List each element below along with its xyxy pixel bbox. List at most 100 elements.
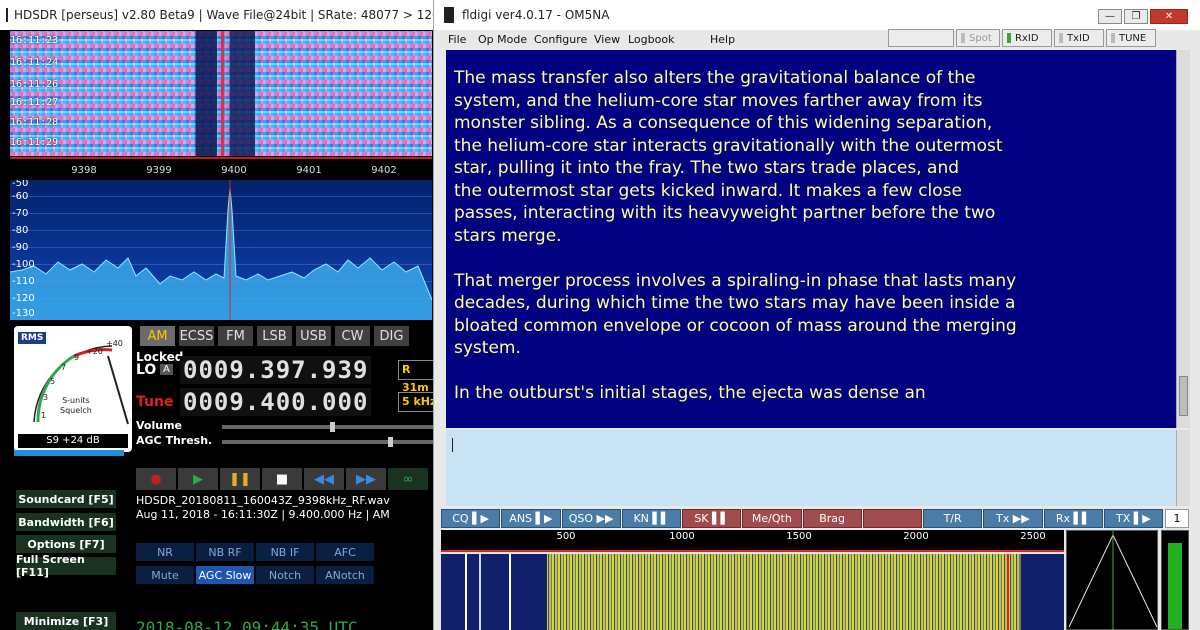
mute-button[interactable]: Mute — [136, 566, 194, 584]
frequency-tick-label: 9400 — [221, 165, 247, 176]
rewind-button[interactable]: ◀◀ — [304, 468, 344, 490]
macro-brag-button[interactable]: Brag — [802, 509, 862, 528]
hdsdr-control-panel: RMS 1 3 5 7 9 +20 +40 S-units Squelch S9… — [10, 322, 440, 630]
mode-cw-button[interactable]: CW — [335, 326, 370, 346]
agc-slow-button[interactable]: AGC Slow — [196, 566, 254, 584]
menu-op-mode[interactable]: Op Mode — [478, 33, 527, 46]
toolbar-blank-field[interactable] — [888, 29, 954, 47]
dial-label: 3 — [43, 393, 48, 402]
macro-bar: CQ ▌▶ ANS ▌▶ QSO ▶▶ KN ▌▌ SK ▌▌ Me/Qth B… — [441, 509, 1163, 528]
lo-a-button[interactable]: A — [160, 364, 173, 375]
nb-rf-button[interactable]: NB RF — [196, 543, 254, 561]
utc-clock: 2018-08-12 09:44:35 UTC — [136, 618, 358, 630]
mode-usb-button[interactable]: USB — [296, 326, 331, 346]
hdsdr-app-icon — [6, 8, 8, 22]
db-tick-label: -120 — [12, 293, 35, 304]
mode-lsb-button[interactable]: LSB — [257, 326, 292, 346]
transmit-scrollbar[interactable] — [1176, 430, 1190, 506]
agc-thresh-label: AGC Thresh. — [136, 434, 213, 447]
macro-cq-button[interactable]: CQ ▌▶ — [441, 509, 501, 528]
close-window-icon[interactable]: ✕ — [1150, 9, 1188, 24]
soundcard-button[interactable]: Soundcard [F5] — [16, 490, 116, 508]
s-meter-dial: 1 3 5 7 9 +20 +40 — [33, 339, 129, 425]
rxid-toggle[interactable]: RxID — [1002, 29, 1052, 47]
text-cursor — [452, 438, 453, 452]
signal-level-meter — [1161, 530, 1189, 630]
fldigi-frequency-scale[interactable]: 500 1000 1500 2000 2500 — [441, 530, 1064, 552]
volume-slider-knob[interactable] — [330, 422, 335, 432]
lo-frequency-display[interactable]: 0009.397.939 — [180, 356, 372, 384]
macro-empty-button[interactable] — [862, 509, 922, 528]
options-button[interactable]: Options [F7] — [16, 535, 116, 553]
menu-configure[interactable]: Configure — [534, 33, 587, 46]
lo-band-label[interactable]: R 31m — [398, 360, 438, 394]
spot-toggle[interactable]: Spot — [956, 29, 1000, 47]
hdsdr-frequency-scale[interactable]: 9398 9399 9400 9401 9402 — [10, 157, 432, 179]
volume-label: Volume — [136, 419, 182, 432]
hdsdr-title-text: HDSDR [perseus] v2.80 Beta9 | Wave File@… — [14, 8, 440, 22]
anotch-button[interactable]: ANotch — [316, 566, 374, 584]
mode-ecss-button[interactable]: ECSS — [179, 326, 214, 346]
macro-qso-button[interactable]: QSO ▶▶ — [561, 509, 621, 528]
rx-paragraph: The mass transfer also alters the gravit… — [454, 67, 1168, 247]
agc-thresh-slider-knob[interactable] — [388, 437, 393, 447]
record-button[interactable]: ● — [136, 468, 176, 490]
nb-if-button[interactable]: NB IF — [256, 543, 314, 561]
rx-line: monster sibling. As a consequence of thi… — [454, 113, 993, 133]
rxid-label: RxID — [1015, 32, 1039, 44]
hdsdr-waterfall[interactable]: 16:11:23 16:11:24 16:11:26 16:11:27 16:1… — [10, 31, 432, 156]
hdsdr-spectrum[interactable]: -50 -60 -70 -80 -90 -100 -110 -120 -130 — [10, 180, 432, 320]
agc-thresh-slider[interactable] — [222, 437, 438, 447]
minimize-window-icon[interactable]: — — [1098, 9, 1122, 24]
menu-view[interactable]: View — [594, 33, 620, 46]
fldigi-waterfall[interactable] — [441, 554, 1064, 630]
nr-button[interactable]: NR — [136, 543, 194, 561]
waterfall-cursor-marker — [1007, 554, 1009, 630]
scope-trace — [1068, 531, 1158, 630]
spectrum-trace — [10, 180, 432, 320]
macro-set-selector[interactable]: 1 — [1165, 509, 1189, 528]
hdsdr-title-bar[interactable]: HDSDR [perseus] v2.80 Beta9 | Wave File@… — [0, 0, 440, 30]
dial-label: +40 — [106, 339, 123, 348]
macro-kn-button[interactable]: KN ▌▌ — [621, 509, 681, 528]
mode-dig-button[interactable]: DIG — [374, 326, 409, 346]
loop-button[interactable]: ∞ — [388, 468, 428, 490]
transmit-text-pane[interactable] — [446, 430, 1176, 506]
bandwidth-button[interactable]: Bandwidth [F6] — [16, 513, 116, 531]
menu-help[interactable]: Help — [710, 33, 735, 46]
mode-fm-button[interactable]: FM — [218, 326, 253, 346]
frequency-tick-label: 9399 — [146, 165, 172, 176]
menu-file[interactable]: File — [448, 33, 466, 46]
macro-tx-button[interactable]: Tx ▶▶ — [983, 509, 1043, 528]
volume-slider[interactable] — [222, 422, 438, 432]
full-screen-button[interactable]: Full Screen [F11] — [16, 553, 116, 579]
tune-toggle[interactable]: TUNE — [1106, 29, 1156, 47]
notch-button[interactable]: Notch — [256, 566, 314, 584]
receive-scroll-thumb[interactable] — [1179, 376, 1188, 416]
mode-am-button[interactable]: AM — [140, 326, 175, 346]
macro-rx-button[interactable]: Rx ▌▌ — [1043, 509, 1103, 528]
rx-line: decades, during which time the two stars… — [454, 293, 1016, 313]
restore-window-icon[interactable]: ❐ — [1124, 9, 1148, 24]
tune-frequency-display[interactable]: 0009.400.000 — [180, 388, 372, 416]
receive-scrollbar[interactable] — [1176, 50, 1190, 428]
macro-meqth-button[interactable]: Me/Qth — [742, 509, 802, 528]
afc-button[interactable]: AFC — [316, 543, 374, 561]
macro-tx-toggle-button[interactable]: TX ▌▶ — [1103, 509, 1163, 528]
macro-tr-button[interactable]: T/R — [923, 509, 983, 528]
signal-level-fill — [1168, 542, 1182, 629]
fldigi-title-bar[interactable]: fldigi ver4.0.17 - OM5NA — ❐ ✕ — [434, 0, 1200, 30]
minimize-button[interactable]: Minimize [F3] — [16, 612, 116, 630]
tune-step-label[interactable]: 5 kHz — [398, 392, 438, 412]
macro-ans-button[interactable]: ANS ▌▶ — [501, 509, 561, 528]
play-button[interactable]: ▶ — [178, 468, 218, 490]
menu-logbook[interactable]: Logbook — [628, 33, 674, 46]
db-tick-label: -130 — [12, 308, 35, 319]
pause-button[interactable]: ❚❚ — [220, 468, 260, 490]
fast-forward-button[interactable]: ▶▶ — [346, 468, 386, 490]
txid-toggle[interactable]: TxID — [1054, 29, 1104, 47]
hdsdr-window: HDSDR [perseus] v2.80 Beta9 | Wave File@… — [0, 0, 440, 630]
macro-sk-button[interactable]: SK ▌▌ — [682, 509, 742, 528]
stop-button[interactable]: ■ — [262, 468, 302, 490]
receive-text-pane[interactable]: The mass transfer also alters the gravit… — [446, 50, 1176, 428]
